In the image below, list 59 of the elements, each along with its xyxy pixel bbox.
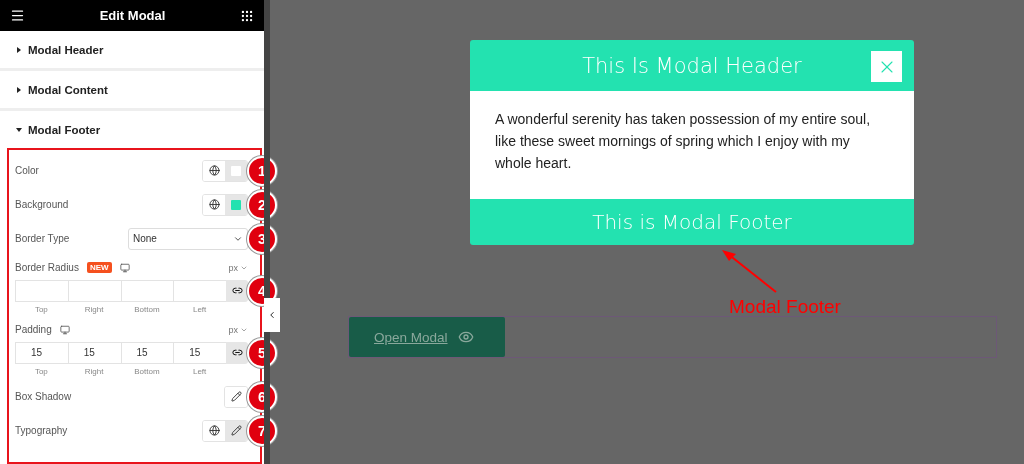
section-header[interactable]: Modal Footer xyxy=(0,111,264,148)
select-field[interactable]: None xyxy=(128,228,248,250)
modal-body-text: A wonderful serenity has taken possession of my entire soul, like these sweet mornings of spring which I enjoy with my whole heart. xyxy=(470,91,914,199)
monitor-icon xyxy=(119,263,130,273)
pencil-icon xyxy=(230,391,242,403)
dimension-field[interactable] xyxy=(67,280,121,302)
caret-icon xyxy=(233,234,243,244)
caret-icon xyxy=(16,46,22,53)
edit-button[interactable] xyxy=(225,421,247,441)
dimension-field[interactable] xyxy=(120,280,174,302)
grid-icon[interactable] xyxy=(240,8,254,23)
color-swatch[interactable] xyxy=(231,166,241,176)
link-button[interactable] xyxy=(226,342,248,364)
dimension-field[interactable]: 15 xyxy=(120,342,174,364)
color-control[interactable] xyxy=(202,160,248,182)
globe-icon xyxy=(208,165,220,177)
dimension-field[interactable] xyxy=(15,280,68,302)
field-caption: Bottom xyxy=(133,367,161,376)
section-header[interactable]: Modal Content xyxy=(0,71,264,112)
color-control[interactable] xyxy=(202,194,248,216)
unit-select[interactable]: px xyxy=(228,263,248,273)
field-caption: Bottom xyxy=(133,305,161,314)
control-label: Background xyxy=(15,199,69,211)
new-tag: NEW xyxy=(86,262,112,274)
globe-icon xyxy=(208,425,220,437)
field-caption: Left xyxy=(191,305,208,314)
control-label: Typography xyxy=(15,425,68,437)
control-label: Padding xyxy=(15,324,52,336)
caret-icon xyxy=(240,264,248,272)
callout-label: Modal Footer xyxy=(729,296,841,318)
edit-button[interactable] xyxy=(225,387,247,407)
caret-icon xyxy=(16,86,22,93)
field-caption: Left xyxy=(191,367,208,376)
caret-icon xyxy=(16,126,22,133)
caret-icon xyxy=(240,326,248,334)
control-label: Color xyxy=(15,165,39,177)
eye-icon xyxy=(457,329,474,345)
color-swatch[interactable] xyxy=(231,200,241,210)
chevron-icon xyxy=(267,310,277,320)
collapse-handle[interactable] xyxy=(264,298,280,332)
globe-icon xyxy=(208,199,220,211)
field-caption: Right xyxy=(83,367,105,376)
section-header[interactable]: Modal Header xyxy=(0,31,264,72)
control-label: Box Shadow xyxy=(15,391,72,403)
link-button[interactable] xyxy=(226,280,248,302)
control-label: Border Type xyxy=(15,233,70,245)
panel-title: Edit Modal xyxy=(99,8,166,24)
control-label: Border Radius xyxy=(15,262,79,274)
modal-header-title: This Is Modal Header xyxy=(582,53,802,78)
dimension-field[interactable]: 15 xyxy=(67,342,121,364)
dimension-field[interactable]: 15 xyxy=(15,342,68,364)
field-caption: Top xyxy=(33,367,49,376)
pencil-icon xyxy=(230,425,242,437)
modal-footer-text: This is Modal Footer xyxy=(592,210,792,234)
field-caption: Right xyxy=(83,305,105,314)
menu-icon[interactable] xyxy=(10,8,25,24)
field-caption: Top xyxy=(33,305,49,314)
monitor-icon xyxy=(59,325,70,335)
unit-select[interactable]: px xyxy=(228,325,248,335)
